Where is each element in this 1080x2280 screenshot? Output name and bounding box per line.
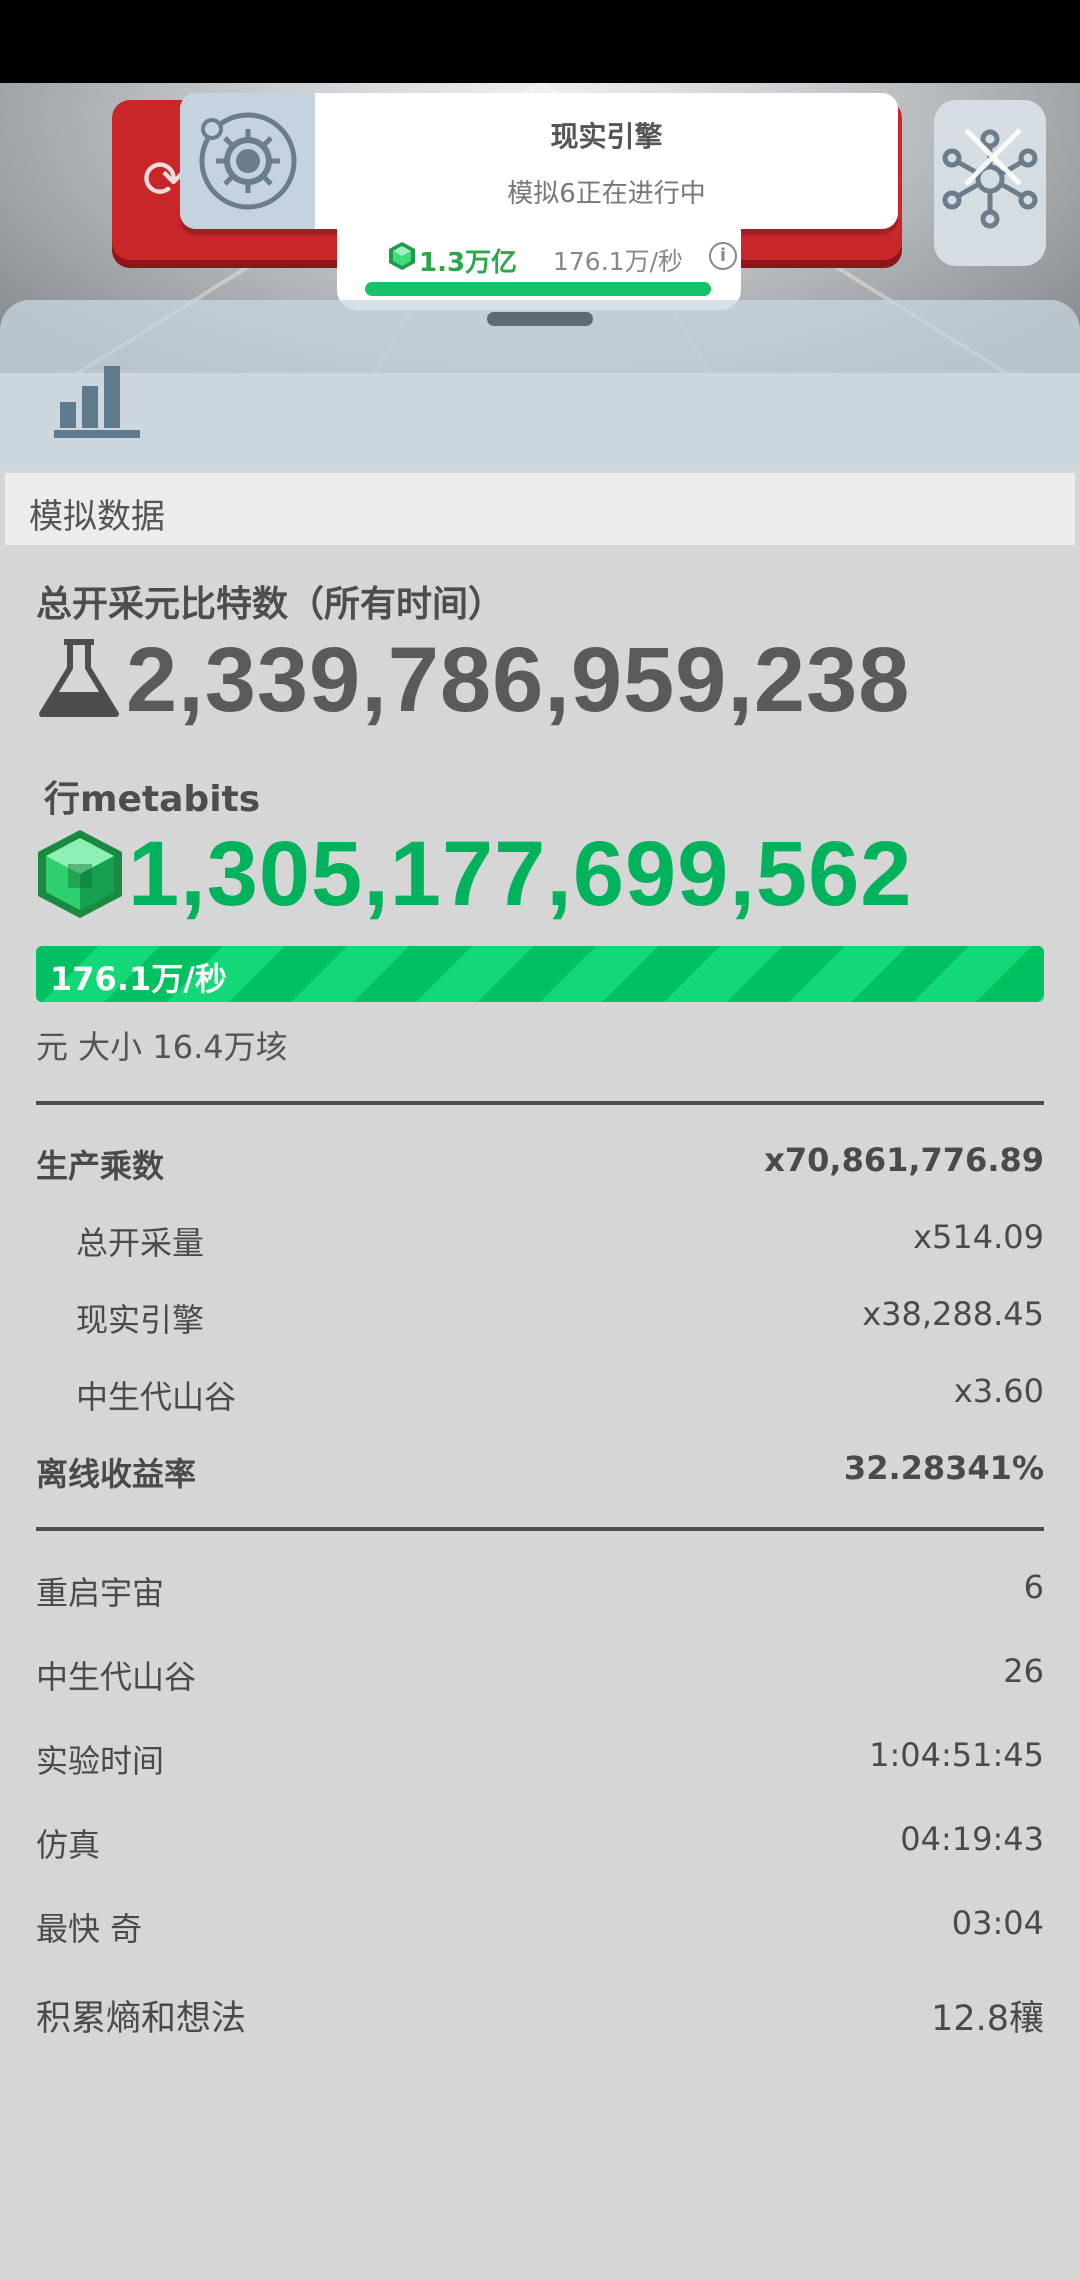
row-value: x70,861,776.89 [764,1141,1044,1179]
metabit-rate: 176.1万/秒 [553,247,683,276]
row-label: 现实引擎 [76,1301,205,1339]
row-value: 26 [1003,1652,1044,1690]
metabits-rate-bar: 176.1万/秒 [36,946,1044,1002]
universe-size: 元 大小 16.4万垓 [36,1028,288,1066]
metabits-rate-label: 176.1万/秒 [50,960,227,998]
drag-handle[interactable] [487,312,593,326]
row-value: 6 [1023,1568,1044,1606]
progress-bar [365,282,711,296]
reality-engine-card[interactable]: 现实引擎 模拟6正在进行中 [180,93,898,229]
row-label: 总开采量 [76,1224,205,1262]
row-label: 实验时间 [36,1742,165,1780]
row-value: 1:04:51:45 [869,1736,1044,1774]
total-mined-multiplier-row: 总开采量 x514.09 [36,1218,1044,1268]
mesozoic-valley-multiplier-row: 中生代山谷 x3.60 [36,1372,1044,1422]
row-value: x514.09 [913,1218,1044,1256]
row-value: 04:19:43 [900,1820,1044,1858]
flask-icon [39,639,119,717]
currency-strip: 1.3万亿 176.1万/秒 i [337,226,741,310]
row-label: 中生代山谷 [36,1658,197,1696]
engine-title: 现实引擎 [550,120,663,153]
network-button[interactable] [934,100,1046,266]
simulation-time-row: 仿真 04:19:43 [36,1820,1044,1870]
total-mined-value: 2,339,786,959,238 [126,629,911,731]
metabits-value: 1,305,177,699,562 [128,823,913,925]
divider [36,1101,1044,1105]
reboot-count-row: 重启宇宙 6 [36,1568,1044,1618]
row-label: 积累熵和想法 [36,1999,247,2039]
entropy-ideas-row: 积累熵和想法 12.8穰 [36,1990,1044,2040]
engine-subtitle: 模拟6正在进行中 [507,179,706,209]
row-label: 生产乘数 [36,1147,165,1185]
metabit-amount: 1.3万亿 [419,248,518,278]
row-value: 32.28341% [843,1449,1044,1487]
section-title: 模拟数据 [29,497,165,537]
section-header: 模拟数据 [5,473,1075,545]
divider [36,1527,1044,1531]
row-label: 离线收益率 [36,1455,197,1493]
metabits-label: 行metabits [44,779,261,820]
row-label: 重启宇宙 [36,1574,165,1612]
reality-engine-icon [180,93,315,229]
row-value: x3.60 [953,1372,1044,1410]
offline-rate-row: 离线收益率 32.28341% [36,1449,1044,1499]
info-icon[interactable]: i [709,242,737,270]
fastest-singularity-row: 最快 奇 03:04 [36,1904,1044,1954]
row-label: 最快 奇 [36,1910,143,1948]
row-label: 仿真 [36,1826,101,1864]
metabit-gem-icon [389,242,415,270]
metabit-gem-large-icon [38,830,122,918]
mesozoic-count-row: 中生代山谷 26 [36,1652,1044,1702]
reality-engine-multiplier-row: 现实引擎 x38,288.45 [36,1295,1044,1345]
row-label: 中生代山谷 [76,1378,237,1416]
row-value: 12.8穰 [931,1999,1044,2039]
bar-chart-icon[interactable] [54,356,140,438]
total-mined-label: 总开采元比特数（所有时间） [36,584,505,625]
row-value: 03:04 [951,1904,1044,1942]
screen: ⟳ 现实引擎 模拟6正在进行中 1.3万亿 176.1万/秒 i 模拟数据 总开… [0,0,1080,2280]
network-icon [942,128,1038,229]
status-bar [0,0,1080,83]
experiment-time-row: 实验时间 1:04:51:45 [36,1736,1044,1786]
row-value: x38,288.45 [862,1295,1044,1333]
production-multiplier-row: 生产乘数 x70,861,776.89 [36,1141,1044,1191]
